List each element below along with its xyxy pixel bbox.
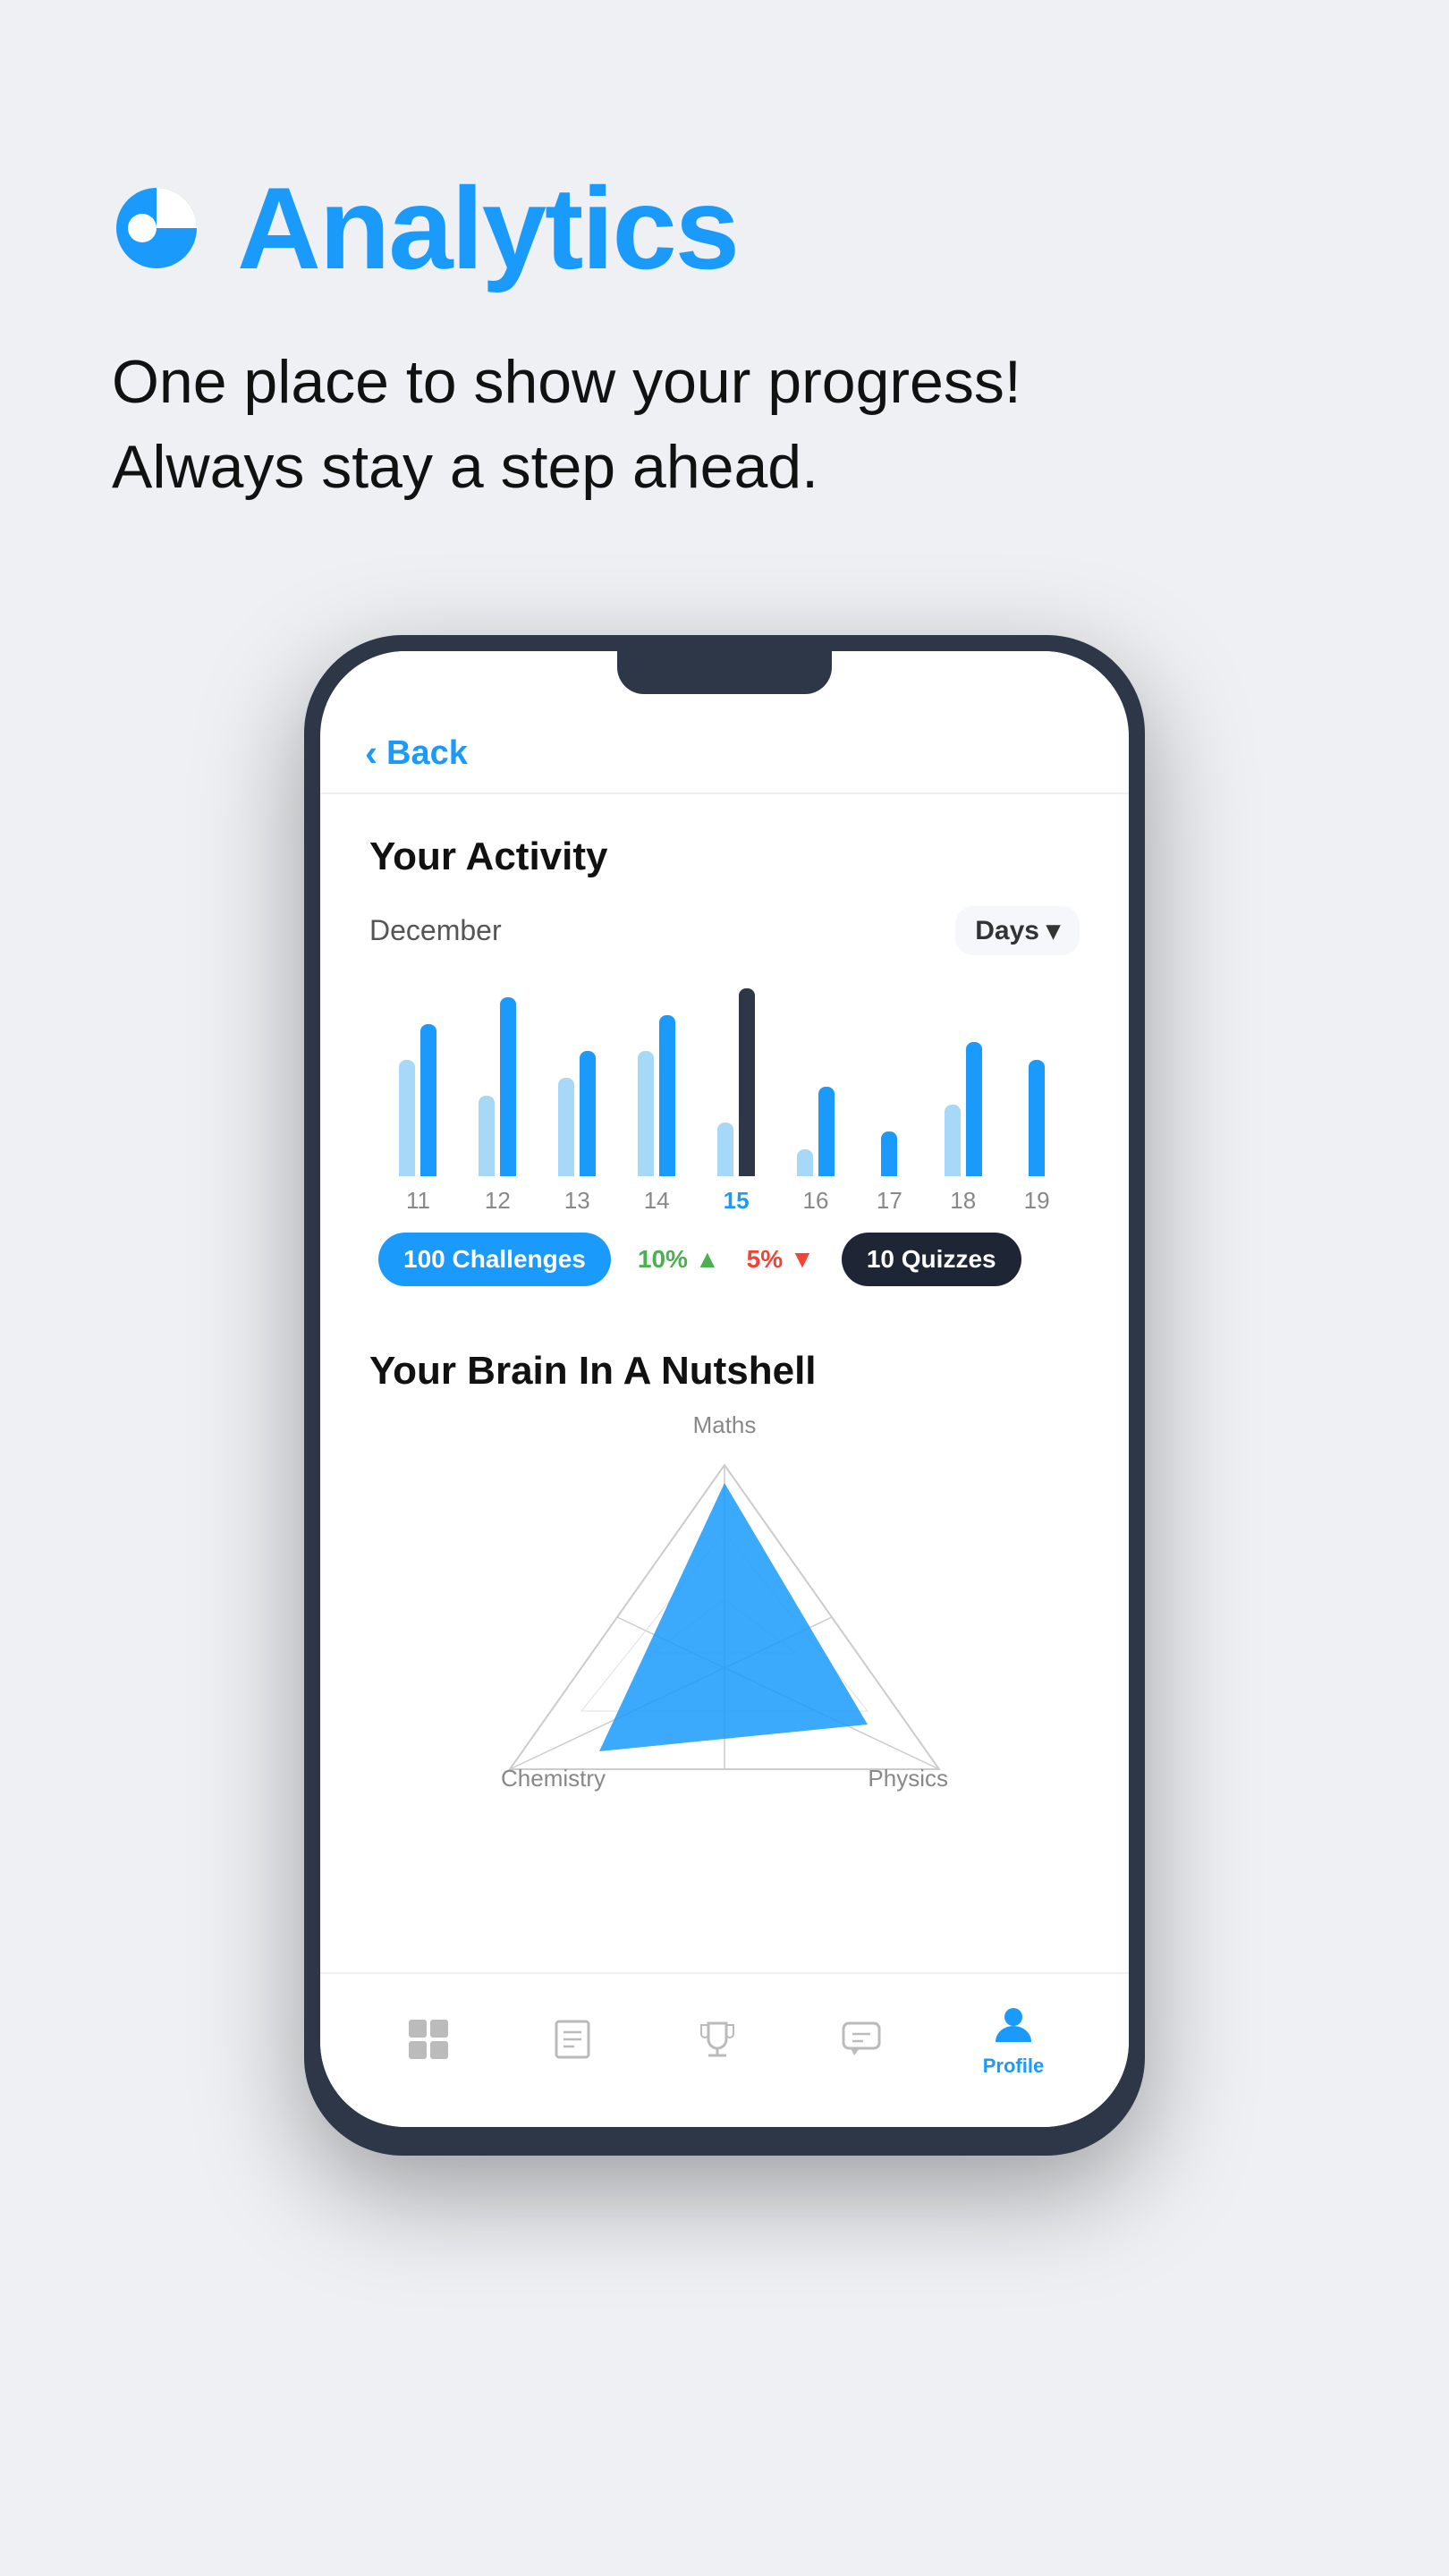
percent-down: 5% ▼ [747, 1245, 815, 1274]
maths-label: Maths [693, 1411, 757, 1439]
bar-day-17: 17 [877, 979, 902, 1215]
bar-day-13: 13 [558, 979, 596, 1215]
bar-day-14: 14 [638, 979, 675, 1215]
bar-day-16: 16 [797, 979, 835, 1215]
activity-section: Your Activity December Days ▾ [320, 794, 1129, 1313]
bar-dark [966, 1042, 982, 1176]
bar-label-active: 15 [724, 1187, 750, 1215]
bar-light [717, 1123, 733, 1176]
profile-icon [990, 2001, 1037, 2047]
dropdown-chevron-icon: ▾ [1046, 915, 1060, 946]
chemistry-label: Chemistry [501, 1765, 606, 1792]
activity-title: Your Activity [369, 835, 1080, 879]
bar-label: 11 [406, 1187, 430, 1215]
nav-profile[interactable]: Profile [983, 2001, 1044, 2078]
bar-dark [420, 1024, 436, 1176]
profile-nav-label: Profile [983, 2055, 1044, 2078]
bar-label: 12 [485, 1187, 511, 1215]
activity-bar-chart: 11 12 [369, 982, 1080, 1215]
percent-up: 10% ▲ [638, 1245, 720, 1274]
bar-dark [659, 1015, 675, 1176]
bar-day-12: 12 [479, 979, 516, 1215]
bar-day-11: 11 [399, 979, 436, 1215]
bar-light [797, 1149, 813, 1176]
bar-day-18: 18 [945, 979, 982, 1215]
arrow-up-icon: ▲ [695, 1245, 720, 1274]
bar-dark [580, 1051, 596, 1176]
header-subtitle: One place to show your progress! Always … [112, 340, 1337, 510]
activity-header: December Days ▾ [369, 906, 1080, 955]
nav-chat[interactable] [838, 2016, 885, 2063]
bar-label: 14 [644, 1187, 670, 1215]
bar-dark [1029, 1060, 1045, 1176]
nav-home[interactable] [405, 2016, 452, 2063]
bar-selected [739, 988, 755, 1176]
arrow-down-icon: ▼ [790, 1245, 815, 1274]
nav-book[interactable] [549, 2016, 596, 2063]
bar-light [399, 1060, 415, 1176]
title-row: Analytics [112, 161, 1337, 295]
phone-wrapper: ‹ Back Your Activity December Days ▾ [0, 635, 1449, 2156]
physics-label: Physics [868, 1765, 948, 1792]
chat-icon [838, 2016, 885, 2063]
bar-dark [818, 1087, 835, 1176]
bar-day-15: 15 [717, 979, 755, 1215]
phone-device: ‹ Back Your Activity December Days ▾ [304, 635, 1145, 2156]
bar-day-19: 19 [1024, 979, 1050, 1215]
quizzes-badge: 10 Quizzes [842, 1233, 1021, 1286]
bar-label: 16 [803, 1187, 829, 1215]
bar-light [945, 1105, 961, 1176]
brain-title: Your Brain In A Nutshell [369, 1349, 1080, 1394]
brain-section: Your Brain In A Nutshell Maths [320, 1313, 1129, 1805]
brain-chart: Maths Chemis [483, 1420, 966, 1778]
nav-trophy[interactable] [694, 2016, 741, 2063]
header-section: Analytics One place to show your progres… [0, 0, 1449, 564]
bar-label: 18 [950, 1187, 976, 1215]
bar-dark [881, 1131, 897, 1176]
stats-row: 100 Challenges 10% ▲ 5% ▼ 10 Quizzes [369, 1233, 1080, 1286]
bar-dark [500, 997, 516, 1176]
month-label: December [369, 914, 502, 947]
bar-light [558, 1078, 574, 1176]
bar-light [479, 1096, 495, 1176]
bar-light [638, 1051, 654, 1176]
page-title: Analytics [237, 161, 738, 295]
phone-notch [617, 651, 832, 694]
bar-label: 13 [564, 1187, 590, 1215]
bar-label: 19 [1024, 1187, 1050, 1215]
bar-label: 17 [877, 1187, 902, 1215]
bottom-nav: Profile [320, 1972, 1129, 2127]
phone-screen: ‹ Back Your Activity December Days ▾ [320, 651, 1129, 2127]
back-chevron-icon: ‹ [365, 732, 377, 775]
analytics-icon [112, 183, 201, 273]
back-button[interactable]: ‹ Back [320, 705, 1129, 792]
book-icon [549, 2016, 596, 2063]
challenges-badge: 100 Challenges [378, 1233, 611, 1286]
days-dropdown[interactable]: Days ▾ [955, 906, 1080, 955]
grid-icon [405, 2016, 452, 2063]
trophy-icon [694, 2016, 741, 2063]
